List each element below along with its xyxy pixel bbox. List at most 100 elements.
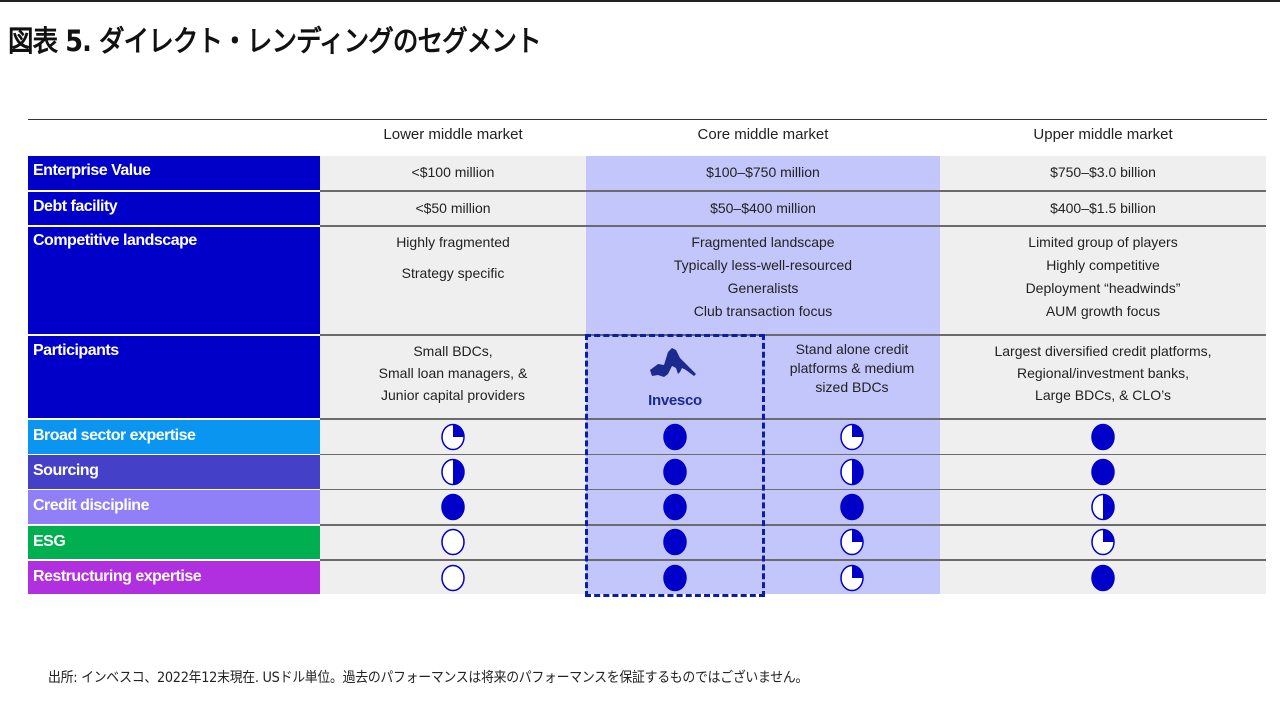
footnote: 出所: インベスコ、2022年12末現在. USドル単位。過去のパフォーマンスは… <box>48 670 809 686</box>
rating-cell <box>764 560 940 595</box>
cell-line: Large BDCs, & CLO’s <box>1035 387 1171 403</box>
rating-cell <box>764 420 940 454</box>
cell-line: Highly competitive <box>1046 257 1160 273</box>
cell-core-other: Stand alone credit platforms & medium si… <box>764 336 940 418</box>
cell-line: Junior capital providers <box>381 387 525 403</box>
rating-row: Sourcing <box>28 455 1266 489</box>
full-circle-icon <box>663 423 687 451</box>
rating-row: Broad sector expertise <box>28 420 1266 454</box>
rating-cell <box>586 525 764 560</box>
full-circle-icon <box>1091 423 1115 451</box>
row-label: Participants <box>28 336 320 418</box>
row-participants: Participants Small BDCs, Small loan mana… <box>28 336 1266 418</box>
cell-upper: Largest diversified credit platforms, Re… <box>940 336 1266 418</box>
row-debt-facility: Debt facility <$50 million $50–$400 mill… <box>28 192 1266 225</box>
cell-upper: $400–$1.5 billion <box>940 192 1266 225</box>
rating-cell <box>940 455 1266 489</box>
cell-line: Typically less-well-resourced <box>673 257 853 273</box>
cell-upper: $750–$3.0 billion <box>940 156 1266 190</box>
full-circle-icon <box>663 458 687 486</box>
full-circle-icon <box>441 493 465 521</box>
cell-line: AUM growth focus <box>1045 303 1161 319</box>
rating-cell <box>940 525 1266 560</box>
row-label: Enterprise Value <box>28 156 320 190</box>
cell-line: Deployment “headwinds” <box>1025 280 1181 296</box>
cell-line: Small BDCs, <box>413 343 493 359</box>
row-label: Debt facility <box>28 192 320 225</box>
rating-cell <box>586 455 764 489</box>
rating-cell <box>320 560 586 595</box>
cell-line: Largest diversified credit platforms, <box>994 343 1212 359</box>
cell-lower: <$100 million <box>320 156 586 190</box>
half-circle-icon <box>1091 493 1115 521</box>
full-circle-icon <box>663 493 687 521</box>
cell-core: Fragmented landscape Typically less-well… <box>586 227 940 334</box>
row-label: Restructuring expertise <box>28 560 320 595</box>
table-top-rule <box>28 119 1267 120</box>
rating-cell <box>586 490 764 524</box>
rating-cell <box>320 525 586 560</box>
rating-cell <box>764 455 940 489</box>
quarter-circle-icon <box>840 529 864 556</box>
cell-lower: Highly fragmented Strategy specific <box>320 227 586 334</box>
rating-cell <box>320 455 586 489</box>
cell-core-invesco: Invesco <box>586 336 764 418</box>
quarter-circle-icon <box>840 423 864 451</box>
row-label: Sourcing <box>28 455 320 489</box>
rating-cell <box>940 560 1266 595</box>
row-label: Credit discipline <box>28 490 320 524</box>
cell-upper: Limited group of players Highly competit… <box>940 227 1266 334</box>
rating-row: Restructuring expertise <box>28 560 1266 595</box>
row-enterprise-value: Enterprise Value <$100 million $100–$750… <box>28 156 1266 190</box>
rating-cell <box>586 420 764 454</box>
cell-line: Fragmented landscape <box>691 234 835 250</box>
rating-cell <box>940 420 1266 454</box>
quarter-circle-icon <box>1091 529 1115 556</box>
cell-line: Generalists <box>727 280 799 296</box>
rating-cell <box>764 490 940 524</box>
column-header-upper: Upper middle market <box>1033 126 1173 143</box>
rating-cell <box>940 490 1266 524</box>
column-header-core: Core middle market <box>697 126 829 143</box>
cell-line: Small loan managers, & <box>378 365 528 381</box>
rating-row: Credit discipline <box>28 490 1266 524</box>
row-label: Broad sector expertise <box>28 420 320 454</box>
rating-cell <box>320 420 586 454</box>
column-header-lower: Lower middle market <box>383 126 523 143</box>
cell-line: Stand alone credit <box>795 341 909 357</box>
empty-circle-icon <box>441 529 465 556</box>
page-title: 図表 5. ダイレクト・レンディングのセグメント <box>8 24 542 58</box>
half-circle-icon <box>840 458 864 486</box>
cell-line: Club transaction focus <box>693 303 833 319</box>
cell-line: platforms & medium <box>789 360 915 376</box>
quarter-circle-icon <box>840 564 864 591</box>
rating-cell <box>586 560 764 595</box>
half-circle-icon <box>441 458 465 486</box>
full-circle-icon <box>663 564 687 591</box>
invesco-logo: Invesco <box>635 344 715 412</box>
cell-line: Limited group of players <box>1028 234 1178 250</box>
full-circle-icon <box>1091 458 1115 486</box>
cell-lower: Small BDCs, Small loan managers, & Junio… <box>320 336 586 418</box>
top-rule <box>0 0 1280 2</box>
mountain-icon <box>650 348 696 377</box>
rating-cell <box>764 525 940 560</box>
cell-line: sized BDCs <box>815 379 889 395</box>
cell-core: $100–$750 million <box>586 156 940 190</box>
full-circle-icon <box>663 529 687 556</box>
cell-line: Regional/investment banks, <box>1017 365 1189 381</box>
full-circle-icon <box>840 493 864 521</box>
invesco-logo-text: Invesco <box>648 392 702 409</box>
empty-circle-icon <box>441 564 465 591</box>
full-circle-icon <box>1091 564 1115 591</box>
cell-core: $50–$400 million <box>586 192 940 225</box>
rating-cell <box>320 490 586 524</box>
row-label: ESG <box>28 525 320 560</box>
cell-line: Strategy specific <box>401 265 505 281</box>
row-competitive-landscape: Competitive landscape Highly fragmented … <box>28 227 1266 334</box>
quarter-circle-icon <box>441 423 465 451</box>
row-label: Competitive landscape <box>28 227 320 334</box>
cell-lower: <$50 million <box>320 192 586 225</box>
cell-line: Highly fragmented <box>396 234 510 250</box>
rating-row: ESG <box>28 525 1266 560</box>
